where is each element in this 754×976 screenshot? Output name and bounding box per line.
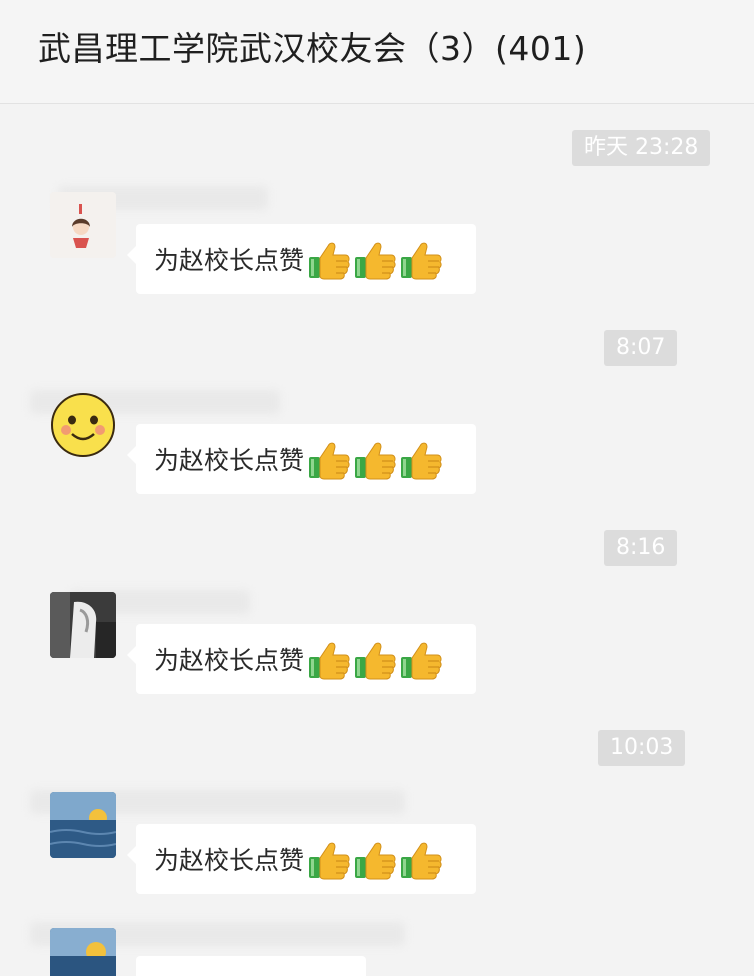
message-bubble[interactable]: [136, 956, 366, 976]
message-timestamp: 8:07: [604, 330, 678, 366]
message-timestamp: 10:03: [598, 730, 686, 766]
thumbs-up-icon: [352, 436, 398, 482]
thumbs-up-icon: [398, 836, 444, 882]
thumbs-up-icon: [306, 436, 352, 482]
message-text: 为赵校长点赞: [154, 446, 305, 475]
emoji-group: [306, 436, 444, 482]
chat-window: 武昌理工学院武汉校友会（3）(401) 昨天 23:28 为赵校长点赞 8:07: [0, 0, 754, 976]
sea-landscape-avatar[interactable]: [50, 792, 116, 858]
message-text: 为赵校长点赞: [154, 246, 305, 275]
thumbs-up-icon: [306, 236, 352, 282]
message-timestamp: 昨天 23:28: [572, 130, 711, 166]
thumbs-up-icon: [352, 636, 398, 682]
thumbs-up-icon: [398, 636, 444, 682]
emoji-group: [306, 836, 444, 882]
emoji-group: [306, 636, 444, 682]
sea-sunset-avatar[interactable]: [50, 928, 116, 976]
thumbs-up-icon: [398, 236, 444, 282]
thumbs-up-icon: [306, 836, 352, 882]
message-text: 为赵校长点赞: [154, 646, 305, 675]
smiley-face-avatar[interactable]: [50, 392, 116, 458]
thumbs-up-icon: [352, 236, 398, 282]
message-bubble[interactable]: 为赵校长点赞: [127, 824, 476, 894]
message-bubble[interactable]: 为赵校长点赞: [127, 624, 476, 694]
thumbs-up-icon: [352, 836, 398, 882]
thumbs-up-icon: [398, 436, 444, 482]
photo-avatar[interactable]: [50, 592, 116, 658]
cartoon-girl-avatar[interactable]: [50, 192, 116, 258]
message-bubble[interactable]: 为赵校长点赞: [127, 224, 476, 294]
message-bubble[interactable]: 为赵校长点赞: [127, 424, 476, 494]
thumbs-up-icon: [306, 636, 352, 682]
chat-title[interactable]: 武昌理工学院武汉校友会（3）(401): [38, 22, 586, 70]
message-text: 为赵校长点赞: [154, 846, 305, 875]
message-timestamp: 8:16: [604, 530, 678, 566]
emoji-group: [306, 236, 444, 282]
chat-header: 武昌理工学院武汉校友会（3）(401): [0, 0, 754, 104]
